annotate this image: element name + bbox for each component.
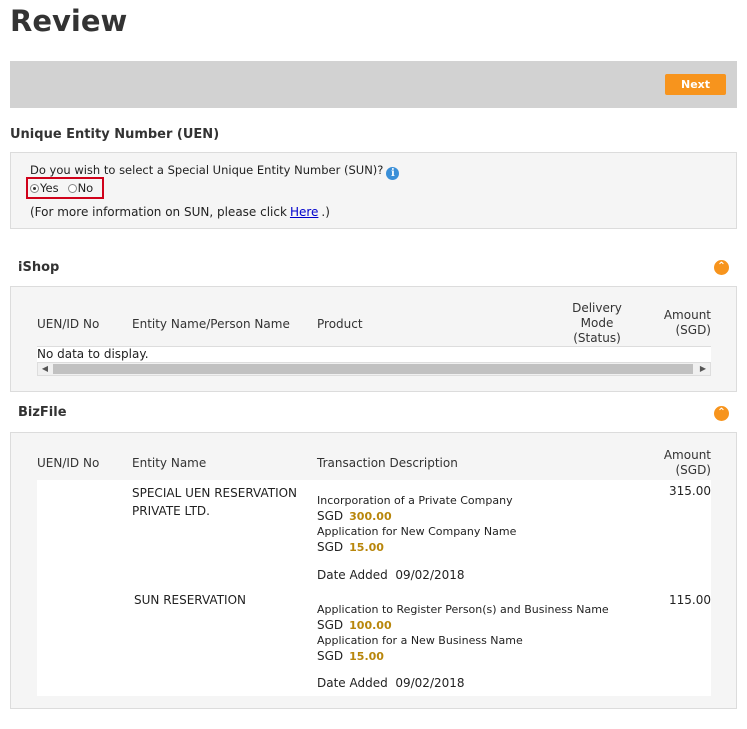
ishop-panel: UEN/ID No Entity Name/Person Name Produc… [10, 286, 737, 392]
radio-no-label[interactable]: No [78, 181, 94, 195]
transaction-amount: SGD 300.00 [317, 509, 392, 523]
ishop-empty-text: No data to display. [37, 347, 149, 361]
sun-question-text: Do you wish to select a Special Unique E… [30, 163, 383, 177]
amount-value: 100.00 [349, 619, 391, 632]
ishop-col-entity: Entity Name/Person Name [132, 317, 290, 331]
sun-radio-group: Yes No [26, 177, 104, 199]
bizfile-col-description: Transaction Description [317, 456, 458, 470]
transaction-desc: Application for a New Business Name [317, 634, 523, 647]
ishop-col-amount-l2: (SGD) [651, 323, 711, 338]
bizfile-collapse-icon[interactable]: ⌃ [714, 406, 729, 421]
ishop-collapse-icon[interactable]: ⌃ [714, 260, 729, 275]
ishop-col-amount-l1: Amount [651, 308, 711, 323]
scroll-right-icon[interactable]: ▶ [696, 363, 710, 375]
ishop-col-delivery-l3: (Status) [566, 331, 628, 346]
ishop-col-delivery: Delivery Mode (Status) [566, 301, 628, 346]
currency-label: SGD [317, 540, 343, 554]
ishop-col-delivery-l2: Mode [566, 316, 628, 331]
more-info-suffix: .) [321, 205, 330, 219]
row-total: 115.00 [637, 593, 711, 607]
bizfile-panel: UEN/ID No Entity Name Transaction Descri… [10, 432, 737, 709]
radio-no[interactable] [68, 184, 77, 193]
transaction-desc: Incorporation of a Private Company [317, 494, 513, 507]
date-added: Date Added 09/02/2018 [317, 568, 465, 582]
bizfile-col-entity: Entity Name [132, 456, 206, 470]
amount-value: 300.00 [349, 510, 391, 523]
here-link[interactable]: Here [290, 205, 318, 219]
bizfile-heading: BizFile [18, 405, 67, 420]
transaction-amount: SGD 15.00 [317, 649, 384, 663]
ishop-col-amount: Amount (SGD) [651, 308, 711, 338]
ishop-horizontal-scrollbar[interactable]: ◀ ▶ [37, 362, 711, 376]
transaction-amount: SGD 15.00 [317, 540, 384, 554]
next-button[interactable]: Next [665, 74, 726, 95]
radio-yes-option[interactable]: Yes [30, 181, 59, 195]
transaction-desc: Application for New Company Name [317, 525, 516, 538]
entity-name-line1: SUN RESERVATION [134, 593, 246, 607]
ishop-col-product: Product [317, 317, 363, 331]
radio-no-option[interactable]: No [68, 181, 94, 195]
entity-name-line1: SPECIAL UEN RESERVATION [132, 484, 297, 502]
bizfile-col-amount-l1: Amount [651, 448, 711, 463]
currency-label: SGD [317, 649, 343, 663]
amount-value: 15.00 [349, 541, 384, 554]
ishop-empty-row: No data to display. [37, 346, 711, 362]
info-icon[interactable]: i [386, 167, 399, 180]
row-total: 315.00 [637, 484, 711, 498]
radio-yes[interactable] [30, 184, 39, 193]
more-info-text: (For more information on SUN, please cli… [30, 205, 330, 219]
date-added: Date Added 09/02/2018 [317, 676, 465, 690]
amount-value: 15.00 [349, 650, 384, 663]
more-info-prefix: (For more information on SUN, please cli… [30, 205, 287, 219]
scroll-left-icon[interactable]: ◀ [38, 363, 52, 375]
ishop-col-delivery-l1: Delivery [566, 301, 628, 316]
bizfile-col-amount: Amount (SGD) [651, 448, 711, 478]
currency-label: SGD [317, 618, 343, 632]
ishop-col-uen: UEN/ID No [37, 317, 99, 331]
table-row-entity: SPECIAL UEN RESERVATION PRIVATE LTD. [132, 484, 297, 520]
table-row-entity: SUN RESERVATION [134, 593, 246, 607]
page-title: Review [10, 4, 127, 38]
bizfile-col-uen: UEN/ID No [37, 456, 99, 470]
currency-label: SGD [317, 509, 343, 523]
radio-yes-label[interactable]: Yes [40, 181, 59, 195]
bizfile-rows: SPECIAL UEN RESERVATION PRIVATE LTD. Inc… [37, 480, 711, 696]
uen-heading: Unique Entity Number (UEN) [10, 127, 219, 142]
ishop-heading: iShop [18, 260, 59, 275]
transaction-desc: Application to Register Person(s) and Bu… [317, 603, 609, 616]
entity-name-line2: PRIVATE LTD. [132, 502, 297, 520]
transaction-amount: SGD 100.00 [317, 618, 392, 632]
toolbar: Next [10, 61, 737, 108]
scroll-thumb[interactable] [53, 364, 693, 374]
uen-panel: Do you wish to select a Special Unique E… [10, 152, 737, 229]
bizfile-col-amount-l2: (SGD) [651, 463, 711, 478]
